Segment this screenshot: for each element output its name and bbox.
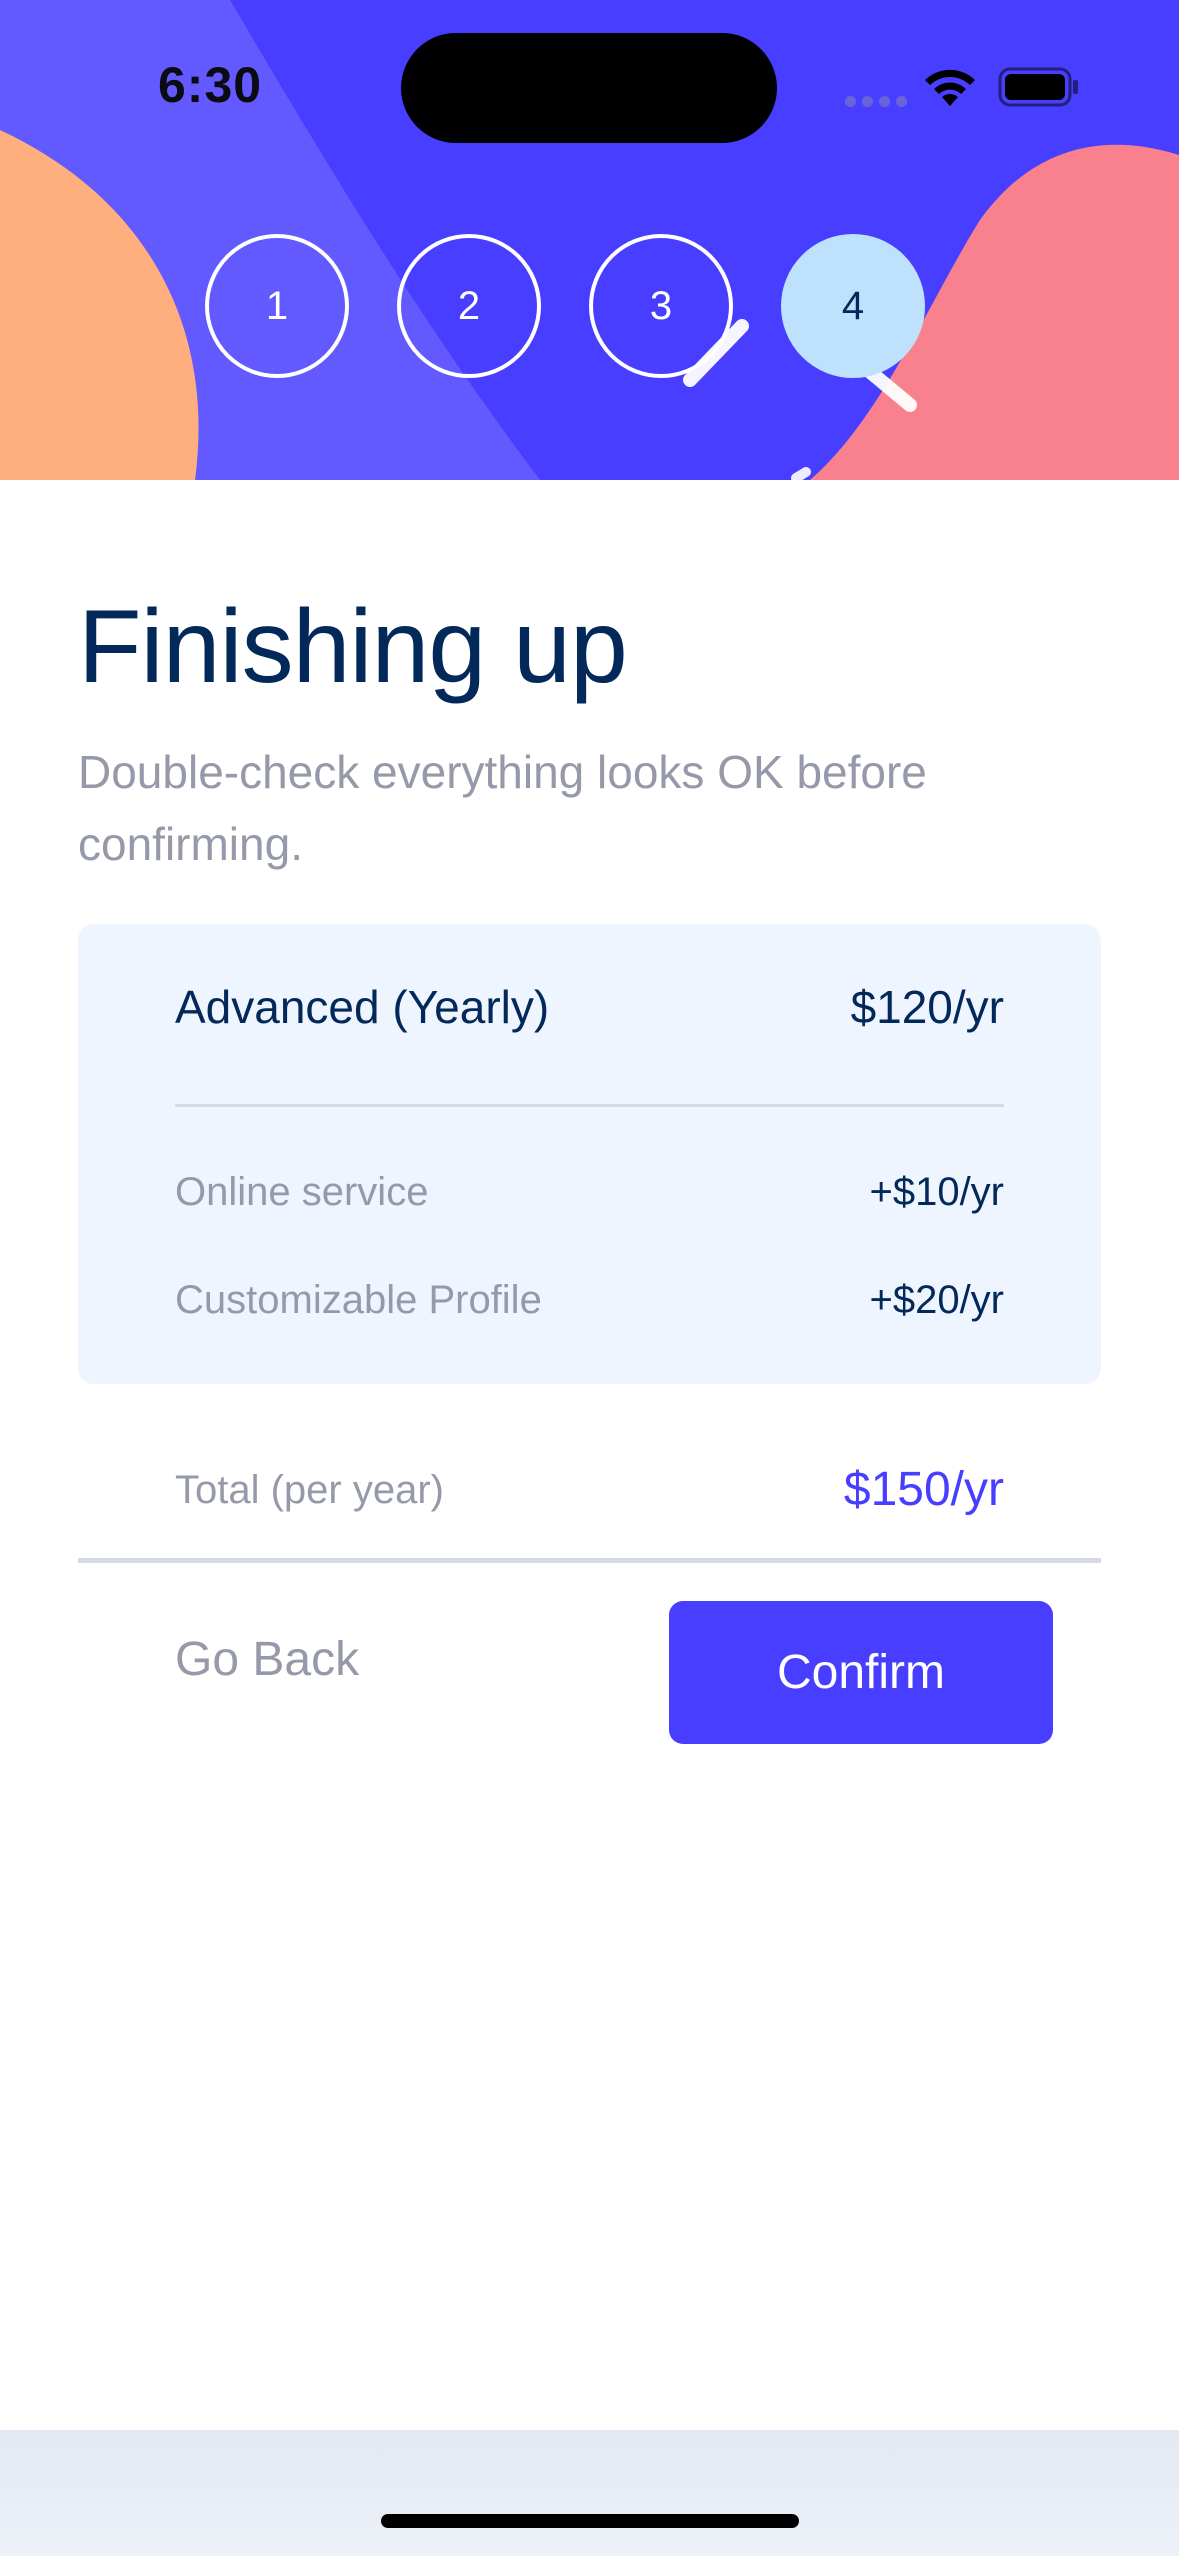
total-price: $150/yr: [843, 1463, 1004, 1516]
step-1-indicator[interactable]: 1: [205, 234, 349, 378]
home-indicator[interactable]: [381, 2514, 799, 2528]
battery-icon: [998, 67, 1078, 107]
page-subtitle: Double-check everything looks OK before …: [78, 746, 927, 870]
step-3-indicator[interactable]: 3: [589, 234, 733, 378]
summary-divider: [175, 1104, 1004, 1107]
order-summary-card: Advanced (Yearly) $120/yr Online service…: [78, 924, 1101, 1384]
step-4-indicator[interactable]: 4: [781, 234, 925, 378]
total-divider: [78, 1558, 1101, 1563]
addon-name: Customizable Profile: [175, 1278, 542, 1322]
plan-name: Advanced (Yearly): [175, 981, 550, 1033]
page-title: Finishing up: [78, 589, 628, 705]
addon-price: +$10/yr: [869, 1170, 1004, 1214]
header-banner: 6:30 1 2 3 4: [0, 0, 1179, 480]
addon-row: Customizable Profile +$20/yr: [175, 1278, 1004, 1323]
dynamic-island: [401, 33, 777, 143]
home-indicator-area: [0, 2430, 1179, 2556]
addon-row: Online service +$10/yr: [175, 1170, 1004, 1215]
total-label: Total (per year): [175, 1468, 444, 1512]
addon-price: +$20/yr: [869, 1278, 1004, 1322]
step-2-indicator[interactable]: 2: [397, 234, 541, 378]
cellular-signal-icon: [845, 96, 907, 107]
go-back-button[interactable]: Go Back: [175, 1632, 359, 1687]
confirm-button[interactable]: Confirm: [669, 1601, 1053, 1744]
plan-price: $120/yr: [850, 981, 1004, 1033]
addon-name: Online service: [175, 1170, 429, 1214]
status-time: 6:30: [158, 57, 263, 113]
wifi-icon: [925, 69, 975, 106]
